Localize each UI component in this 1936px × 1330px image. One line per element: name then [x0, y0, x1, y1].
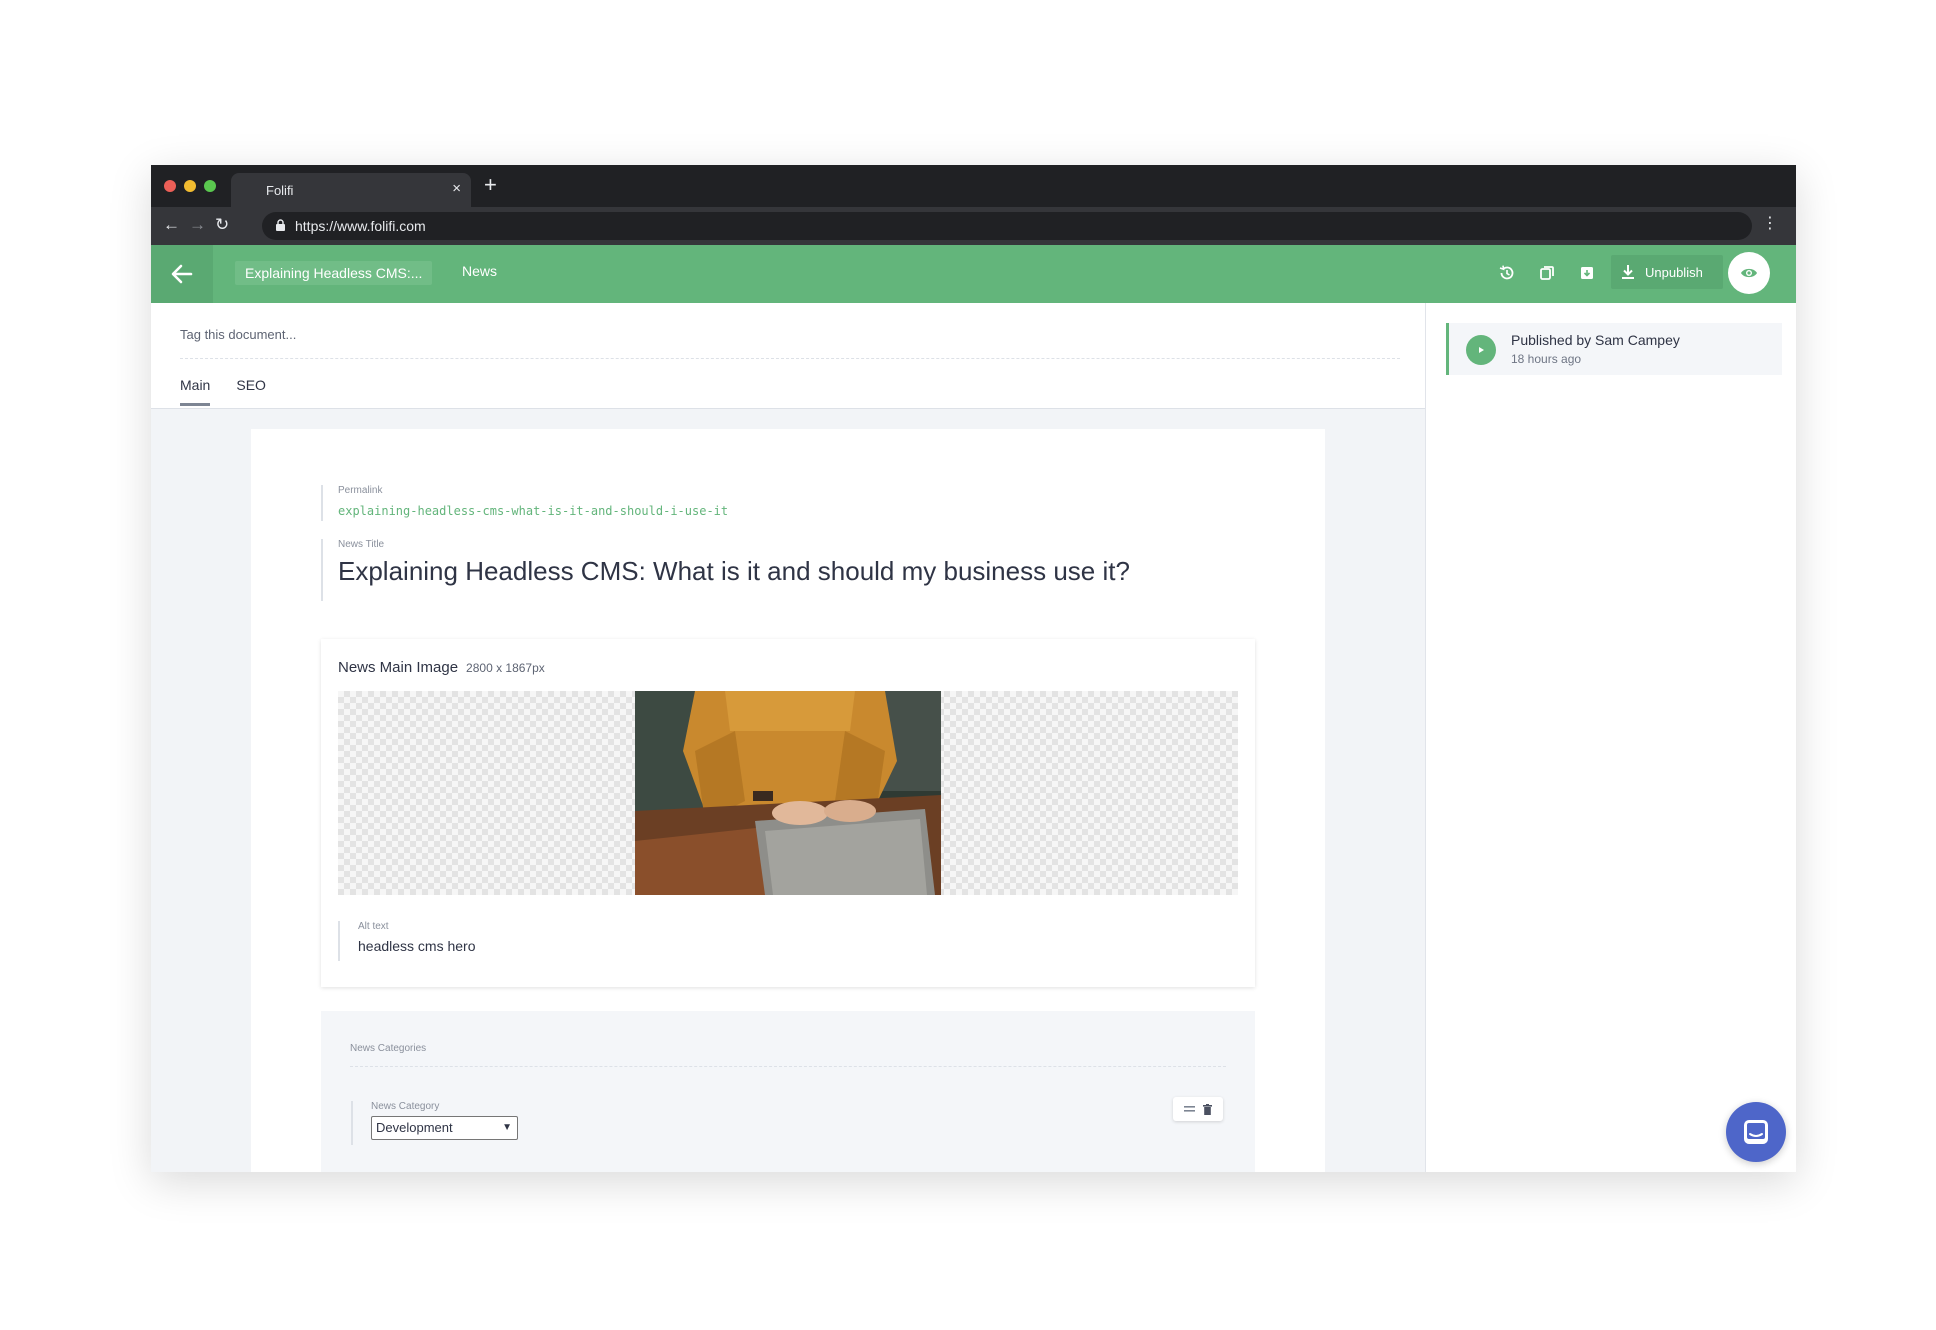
- activity-sidebar: Published by Sam Campey 18 hours ago: [1425, 303, 1796, 1172]
- browser-toolbar: ← → ↻ https://www.folifi.com ⋮: [151, 207, 1796, 245]
- image-field-label: News Main Image: [338, 659, 459, 676]
- reload-icon[interactable]: ↻: [215, 215, 229, 235]
- alt-text-label: Alt text: [358, 921, 389, 932]
- permalink-value[interactable]: explaining-headless-cms-what-is-it-and-s…: [338, 504, 728, 518]
- archive-icon[interactable]: [1575, 261, 1599, 285]
- back-arrow-icon[interactable]: ←: [163, 215, 180, 235]
- chat-icon: [1744, 1120, 1768, 1144]
- history-icon[interactable]: [1495, 261, 1519, 285]
- permalink-field[interactable]: Permalink explaining-headless-cms-what-i…: [321, 485, 728, 521]
- tag-input[interactable]: Tag this document...: [180, 327, 1400, 359]
- eye-icon: [1741, 268, 1757, 278]
- url-text: https://www.folifi.com: [295, 218, 426, 234]
- document-tabs: Main SEO: [180, 377, 266, 406]
- preview-button[interactable]: [1728, 252, 1770, 294]
- editor-panel: Permalink explaining-headless-cms-what-i…: [251, 429, 1325, 1172]
- unpublish-button[interactable]: Unpublish: [1611, 255, 1723, 289]
- document-title-pill[interactable]: Explaining Headless CMS:...: [235, 261, 433, 285]
- hero-image[interactable]: [635, 691, 941, 895]
- news-categories-card: News Categories News Category Developmen…: [321, 1011, 1255, 1172]
- play-icon: [1466, 335, 1496, 365]
- news-category-select[interactable]: Development ▼: [371, 1116, 518, 1140]
- published-time: 18 hours ago: [1511, 352, 1582, 366]
- address-bar[interactable]: https://www.folifi.com: [262, 212, 1752, 240]
- document-editor-area: Tag this document... Main SEO Permalink …: [151, 303, 1425, 1172]
- back-button[interactable]: [151, 245, 213, 303]
- news-title-value[interactable]: Explaining Headless CMS: What is it and …: [338, 556, 1130, 587]
- forward-arrow-icon[interactable]: →: [189, 215, 206, 235]
- alt-text-field[interactable]: Alt text headless cms hero: [338, 921, 476, 961]
- permalink-label: Permalink: [338, 485, 383, 496]
- image-dropzone[interactable]: [338, 691, 1238, 895]
- cms-header: Explaining Headless CMS:... News Unpubli…: [151, 245, 1796, 303]
- category-row-actions: [1173, 1097, 1223, 1121]
- tab-seo[interactable]: SEO: [236, 377, 266, 406]
- news-category-field: News Category Development ▼: [351, 1101, 518, 1145]
- drag-handle-icon[interactable]: [1184, 1105, 1195, 1113]
- lock-icon: [276, 219, 285, 231]
- tab-close-icon[interactable]: ×: [452, 181, 461, 197]
- news-title-label: News Title: [338, 539, 385, 550]
- tab-main[interactable]: Main: [180, 377, 211, 406]
- chat-launcher-button[interactable]: [1726, 1102, 1786, 1162]
- tab-title: Folifi: [266, 183, 294, 198]
- new-tab-button[interactable]: +: [484, 174, 497, 196]
- selected-category: Development: [376, 1120, 453, 1135]
- alt-text-value[interactable]: headless cms hero: [358, 938, 476, 954]
- news-category-label: News Category: [371, 1101, 440, 1112]
- trash-icon[interactable]: [1203, 1103, 1212, 1115]
- image-dimensions: 2800 x 1867px: [466, 661, 545, 675]
- download-icon: [1622, 265, 1634, 279]
- categories-section-label: News Categories: [350, 1043, 1226, 1067]
- publish-activity-card: Published by Sam Campey 18 hours ago: [1446, 323, 1782, 375]
- browser-tab[interactable]: Folifi ×: [231, 173, 471, 207]
- close-window-button[interactable]: [164, 180, 176, 192]
- browser-window: Folifi × + ← → ↻ https://www.folifi.com …: [151, 165, 1796, 1172]
- news-main-image-card: News Main Image 2800 x 1867px Alt text h…: [321, 639, 1255, 987]
- chevron-down-icon: ▼: [502, 1122, 512, 1133]
- published-by-text: Published by Sam Campey: [1511, 332, 1680, 348]
- minimize-window-button[interactable]: [184, 180, 196, 192]
- news-title-field[interactable]: News Title Explaining Headless CMS: What…: [321, 539, 1130, 601]
- image-field-header: News Main Image 2800 x 1867px: [338, 659, 545, 676]
- breadcrumb-news[interactable]: News: [462, 263, 497, 279]
- arrow-left-icon: [171, 264, 193, 284]
- duplicate-icon[interactable]: [1535, 261, 1559, 285]
- document-top-bar: Tag this document... Main SEO: [151, 303, 1425, 409]
- browser-menu-icon[interactable]: ⋮: [1762, 213, 1778, 235]
- unpublish-label: Unpublish: [1645, 264, 1703, 280]
- browser-titlebar: Folifi × +: [151, 165, 1796, 207]
- maximize-window-button[interactable]: [204, 180, 216, 192]
